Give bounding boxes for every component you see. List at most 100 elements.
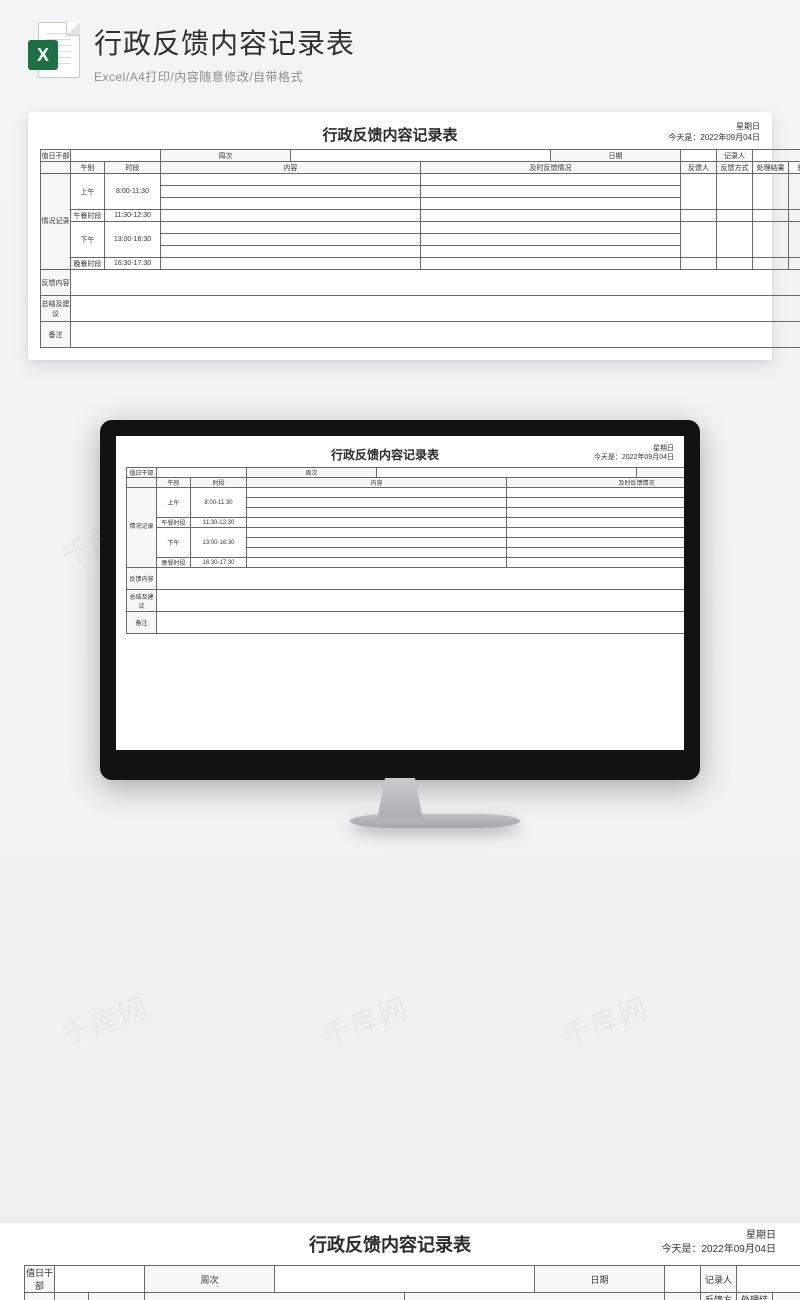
- sheet-title: 行政反馈内容记录表: [322, 122, 457, 149]
- sheet-date-block: 星期日 今天是：2022年09月04日: [606, 1229, 776, 1256]
- person-cell: [681, 222, 717, 258]
- meta-date-value: [665, 1266, 701, 1293]
- content-cell: [161, 210, 421, 222]
- feedback-cell: [421, 198, 681, 210]
- meta-date-label: 日期: [535, 1266, 665, 1293]
- footer-summary-label: 总结及建议: [127, 590, 157, 612]
- feedback-cell: [421, 210, 681, 222]
- meta-recorder-label: 记录人: [717, 150, 753, 162]
- meta-duty-label: 值日干部: [25, 1266, 55, 1293]
- footer-remark-value: [157, 612, 701, 634]
- today-prefix: 今天是：: [668, 133, 700, 142]
- corner-blank: [25, 1293, 55, 1300]
- sheet-table: 值日干部周次日期记录人午别时段内容及时反馈情况反馈人反馈方式处理结果备注情况记录…: [126, 467, 700, 634]
- time-cell: 8:00-11:30: [191, 488, 247, 518]
- time-cell: 8:00-11:30: [105, 174, 161, 210]
- result-cell: [753, 222, 789, 258]
- sheet-table-slot: 值日干部周次日期记录人午别时段内容及时反馈情况反馈人反馈方式处理结果备注: [24, 1265, 776, 1300]
- feedback-cell: [421, 258, 681, 270]
- footer-summary-value: [71, 296, 800, 322]
- content-cell: [161, 186, 421, 198]
- col-content: 内容: [247, 478, 507, 488]
- feedback-cell: [507, 558, 701, 568]
- col-result: 处理结果: [753, 162, 789, 174]
- col-time: 时段: [89, 1293, 145, 1300]
- meta-recorder-label: 记录人: [701, 1266, 737, 1293]
- content-cell: [161, 198, 421, 210]
- time-cell: 13:00-16:30: [105, 222, 161, 258]
- content-cell: [247, 498, 507, 508]
- footer-feedback-value: [157, 568, 701, 590]
- today-prefix: 今天是：: [594, 454, 622, 461]
- remark-cell: [789, 258, 800, 270]
- today-date: 2022年09月04日: [702, 1244, 777, 1255]
- col-time: 时段: [105, 162, 161, 174]
- footer-remark-value: [71, 322, 800, 348]
- remark-cell: [789, 210, 800, 222]
- feedback-cell: [421, 246, 681, 258]
- period-cell: 午餐时段: [71, 210, 105, 222]
- feedback-cell: [507, 548, 701, 558]
- time-cell: 11:30-12:30: [105, 210, 161, 222]
- col-timely-feedback: 及时反馈情况: [405, 1293, 665, 1300]
- monitor-mockup: 行政反馈内容记录表 星期日 今天是：2022年09月04日 值日干部周次日期记录…: [100, 420, 700, 838]
- meta-date-label: 日期: [551, 150, 681, 162]
- col-person: 反馈人: [665, 1293, 701, 1300]
- content-cell: [247, 548, 507, 558]
- corner-blank: [41, 162, 71, 174]
- feedback-cell: [507, 488, 701, 498]
- feedback-cell: [421, 174, 681, 186]
- col-result: 处理结果: [737, 1293, 773, 1300]
- period-cell: 午餐时段: [157, 518, 191, 528]
- sheet-table: 值日干部周次日期记录人午别时段内容及时反馈情况反馈人反馈方式处理结果备注: [24, 1265, 800, 1300]
- footer-feedback-label: 反馈内容: [41, 270, 71, 296]
- meta-date-label: 日期: [637, 468, 701, 478]
- sheet-title: 行政反馈内容记录表: [309, 1229, 471, 1261]
- content-cell: [247, 528, 507, 538]
- meta-duty-value: [71, 150, 161, 162]
- monitor-screen: 行政反馈内容记录表 星期日 今天是：2022年09月04日 值日干部周次日期记录…: [100, 420, 700, 780]
- meta-recorder-value: [737, 1266, 800, 1293]
- content-cell: [247, 508, 507, 518]
- footer-feedback-value: [71, 270, 800, 296]
- time-cell: 13:00-16:30: [191, 528, 247, 558]
- spreadsheet-card: 行政反馈内容记录表 星期日 今天是：2022年09月04日 值日干部周次日期记录…: [28, 112, 772, 360]
- watermark: 千库网: [316, 986, 414, 1054]
- meta-recorder-value: [753, 150, 800, 162]
- feedback-cell: [507, 518, 701, 528]
- footer-remark-label: 备注: [41, 322, 71, 348]
- section-label: 情况记录: [41, 174, 71, 270]
- today-date: 2022年09月04日: [622, 454, 674, 461]
- sheet-date-block: 星期日 今天是：2022年09月04日: [620, 122, 760, 144]
- feedback-cell: [507, 528, 701, 538]
- excel-x-badge: X: [28, 40, 58, 70]
- meta-week-value: [275, 1266, 535, 1293]
- footer-feedback-label: 反馈内容: [127, 568, 157, 590]
- method-cell: [717, 174, 753, 210]
- meta-week-value: [377, 468, 637, 478]
- content-cell: [247, 558, 507, 568]
- content-cell: [247, 538, 507, 548]
- result-cell: [753, 174, 789, 210]
- feedback-cell: [421, 222, 681, 234]
- corner-blank: [127, 478, 157, 488]
- person-cell: [681, 174, 717, 210]
- sheet-weekday: 星期日: [554, 444, 674, 453]
- sheet-date-block: 星期日 今天是：2022年09月04日: [554, 444, 674, 463]
- sheet-table-slot: 值日干部周次日期记录人午别时段内容及时反馈情况反馈人反馈方式处理结果备注情况记录…: [40, 149, 760, 348]
- period-cell: 上午: [157, 488, 191, 518]
- method-cell: [717, 258, 753, 270]
- content-cell: [161, 174, 421, 186]
- result-cell: [753, 210, 789, 222]
- time-cell: 11:30-12:30: [191, 518, 247, 528]
- meta-duty-label: 值日干部: [127, 468, 157, 478]
- sheet-title: 行政反馈内容记录表: [331, 444, 439, 467]
- col-period: 午别: [157, 478, 191, 488]
- page-header: X 行政反馈内容记录表 Excel/A4打印/内容随意修改/自带格式: [0, 0, 800, 92]
- meta-duty-value: [55, 1266, 145, 1293]
- col-remark: 备注: [773, 1293, 800, 1300]
- content-cell: [161, 246, 421, 258]
- footer-summary-value: [157, 590, 701, 612]
- meta-week-label: 周次: [247, 468, 377, 478]
- period-cell: 晚餐时段: [71, 258, 105, 270]
